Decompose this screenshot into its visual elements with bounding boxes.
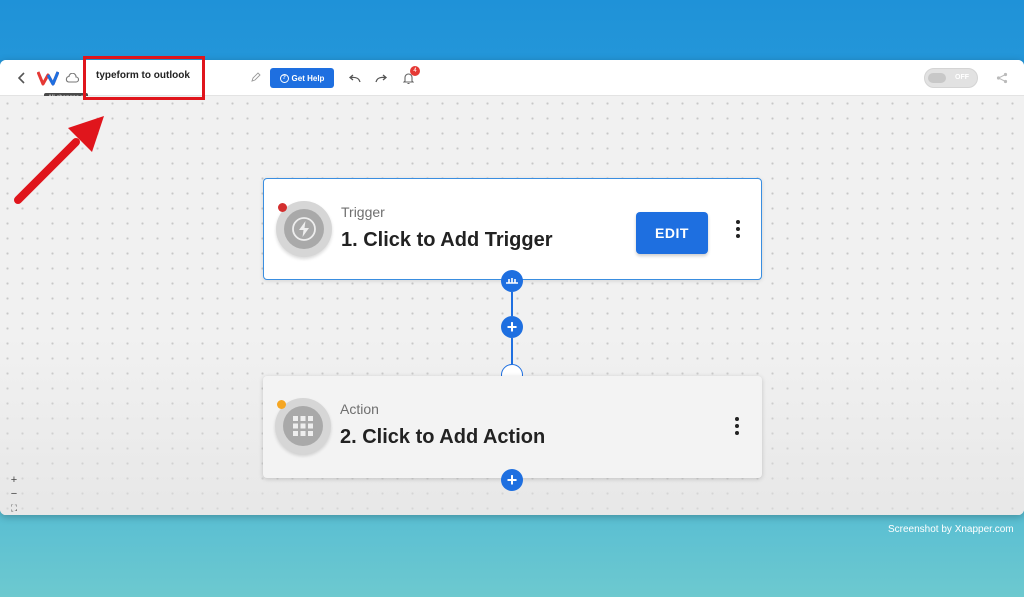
trigger-title[interactable]: 1. Click to Add Trigger: [341, 229, 553, 252]
zoom-in-button[interactable]: +: [11, 474, 17, 487]
watermark-text: Screenshot by Xnapper.com: [888, 524, 1014, 535]
action-type-label: Action: [340, 401, 379, 417]
action-title[interactable]: 2. Click to Add Action: [340, 426, 545, 449]
fit-view-button[interactable]: ⛶: [11, 502, 17, 515]
app-logo-icon[interactable]: [36, 68, 60, 88]
trigger-more-menu-icon[interactable]: [730, 217, 746, 241]
add-step-after-action-button[interactable]: +: [501, 469, 523, 491]
toggle-knob: [928, 73, 946, 83]
edit-trigger-button[interactable]: EDIT: [636, 212, 708, 254]
app-window: All changes s typeform to outlook ? Get …: [0, 60, 1024, 515]
connector-line-bottom: [511, 338, 513, 364]
action-more-menu-icon[interactable]: [729, 414, 745, 438]
undo-icon[interactable]: [346, 70, 362, 86]
action-node[interactable]: Action 2. Click to Add Action: [263, 376, 762, 478]
action-status-dot: [277, 400, 286, 409]
back-chevron-icon[interactable]: [14, 69, 30, 87]
annotation-arrow-icon: [10, 110, 110, 210]
trigger-status-dot: [278, 203, 287, 212]
connector-line-top: [511, 292, 513, 316]
flow-active-toggle[interactable]: OFF: [924, 68, 978, 88]
trigger-type-label: Trigger: [341, 204, 385, 220]
trigger-connector-handle[interactable]: [501, 270, 523, 292]
zoom-out-button[interactable]: −: [11, 488, 17, 501]
trigger-node[interactable]: Trigger 1. Click to Add Trigger EDIT: [263, 178, 762, 280]
notification-badge: 4: [410, 66, 420, 76]
cloud-save-icon: [64, 70, 80, 86]
pencil-icon[interactable]: [249, 70, 263, 84]
zoom-controls: + − ⛶: [6, 474, 22, 515]
flow-canvas[interactable]: Trigger 1. Click to Add Trigger EDIT + A…: [0, 96, 1024, 515]
share-icon[interactable]: [994, 70, 1010, 86]
help-circle-icon: ?: [279, 73, 289, 83]
add-step-button[interactable]: +: [501, 316, 523, 338]
toggle-label: OFF: [955, 74, 969, 81]
get-help-button[interactable]: ? Get Help: [270, 68, 334, 88]
get-help-label: Get Help: [291, 73, 325, 83]
redo-icon[interactable]: [373, 70, 389, 86]
annotation-highlight-box: [83, 56, 205, 100]
